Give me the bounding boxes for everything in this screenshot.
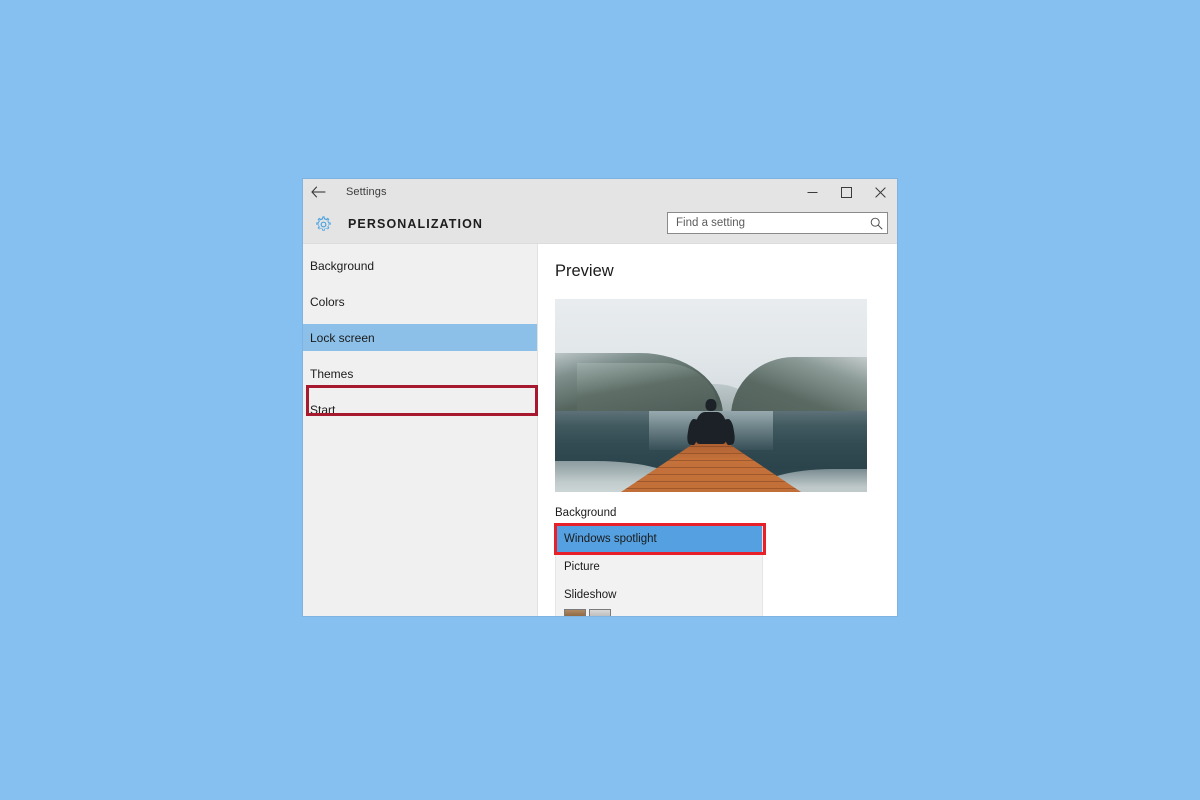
back-button[interactable] <box>303 179 333 205</box>
dropdown-option-label: Slideshow <box>564 589 617 601</box>
minimize-button[interactable] <box>795 179 829 205</box>
sidebar-item-label: Themes <box>310 366 354 381</box>
search-input[interactable] <box>668 213 865 233</box>
sidebar-item-background[interactable]: Background <box>303 252 537 279</box>
dropdown-option-label: Picture <box>564 561 600 573</box>
window-titlebar: Settings <box>303 179 897 205</box>
gear-icon <box>312 213 334 235</box>
sidebar-item-start[interactable]: Start <box>303 396 537 423</box>
background-thumbnail[interactable] <box>564 609 586 616</box>
page-header: PERSONALIZATION <box>303 205 897 244</box>
dropdown-option-picture[interactable]: Picture <box>556 553 762 581</box>
window-body: Background Colors Lock screen Themes Sta… <box>303 244 897 616</box>
minimize-icon <box>807 191 817 193</box>
background-thumbnail-row <box>556 609 762 616</box>
background-thumbnail[interactable] <box>589 609 611 616</box>
sidebar-item-lock-screen[interactable]: Lock screen <box>303 324 537 351</box>
dropdown-option-label: Windows spotlight <box>564 533 657 545</box>
settings-window: Settings PERSONALIZATION Find a setting … <box>303 179 897 616</box>
sidebar-item-label: Colors <box>310 294 345 309</box>
window-controls <box>795 179 897 205</box>
dropdown-option-slideshow[interactable]: Slideshow <box>556 581 762 609</box>
maximize-icon <box>840 186 852 198</box>
sidebar-item-colors[interactable]: Colors <box>303 288 537 315</box>
search-icon[interactable] <box>865 217 887 230</box>
back-arrow-icon <box>310 186 325 198</box>
settings-sidebar: Background Colors Lock screen Themes Sta… <box>303 244 538 616</box>
preview-heading: Preview <box>555 262 614 280</box>
search-icon-glyph <box>870 217 883 230</box>
dropdown-option-windows-spotlight[interactable]: Windows spotlight <box>556 525 762 553</box>
close-icon <box>874 186 886 198</box>
sidebar-item-label: Start <box>310 402 336 417</box>
close-button[interactable] <box>863 179 897 205</box>
preview-person-body <box>696 411 726 444</box>
window-title: Settings <box>346 186 387 198</box>
page-title: PERSONALIZATION <box>348 217 484 231</box>
preview-person-head <box>705 399 717 412</box>
sidebar-item-label: Background <box>310 258 375 273</box>
gear-icon-glyph <box>315 215 331 231</box>
search-box[interactable] <box>667 212 888 234</box>
sidebar-item-label: Lock screen <box>310 330 375 345</box>
maximize-button[interactable] <box>829 179 863 205</box>
sidebar-item-themes[interactable]: Themes <box>303 360 537 387</box>
settings-content: Preview Background Windows spotlight Pic… <box>538 244 897 616</box>
background-label: Background <box>555 507 617 519</box>
lock-screen-preview-image <box>555 299 867 492</box>
background-dropdown[interactable]: Windows spotlight Picture Slideshow <box>554 523 766 616</box>
